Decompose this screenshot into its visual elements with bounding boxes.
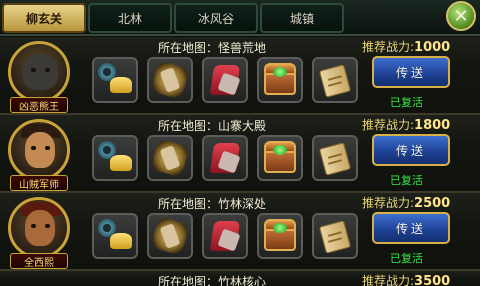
power-label: 推荐战力: — [362, 40, 415, 54]
teleport-button[interactable]: 传送 — [372, 56, 450, 88]
jade-gold-ingot-icon — [96, 139, 134, 177]
power-label: 推荐战力: — [362, 196, 415, 210]
reward-slot[interactable] — [147, 135, 193, 181]
reward-slot[interactable] — [202, 213, 248, 259]
map-location: 所在地图：竹林深处 — [158, 197, 267, 211]
reward-slot[interactable] — [257, 213, 303, 259]
close-x-icon[interactable]: ✕ — [446, 1, 476, 31]
reward-slot[interactable] — [202, 57, 248, 103]
boss-row: 山贼军师 所在地图：山寨大殿 推荐战力:1800 传送 已复活 — [0, 115, 480, 193]
revived-status: 已复活 — [390, 96, 423, 109]
scroll-icon — [316, 217, 354, 255]
power-label: 推荐战力: — [362, 118, 415, 132]
gear-pile-icon — [150, 138, 190, 178]
treasure-chest-icon — [261, 217, 299, 255]
scroll-icon — [316, 61, 354, 99]
boss-row: 所在地图：竹林核心 推荐战力:3500 — [0, 271, 480, 286]
tab-region-1[interactable]: 北林 — [88, 3, 172, 33]
reward-slot[interactable] — [312, 135, 358, 181]
recommended-power: 推荐战力:2500 — [362, 194, 450, 211]
reward-slot[interactable] — [257, 135, 303, 181]
reward-slot[interactable] — [312, 213, 358, 259]
boss-list: 凶恶熊王 所在地图：怪兽荒地 推荐战力:1000 传送 已复活 山贼军师 所在地… — [0, 37, 480, 286]
red-robe-icon — [206, 61, 244, 99]
boss-name: 凶恶熊王 — [10, 97, 68, 113]
boss-name: 山贼军师 — [10, 175, 68, 191]
power-label: 推荐战力: — [362, 274, 415, 286]
boss-row: 凶恶熊王 所在地图：怪兽荒地 推荐战力:1000 传送 已复活 — [0, 37, 480, 115]
tab-region-0[interactable]: 柳玄关 — [2, 3, 86, 33]
red-robe-icon — [206, 217, 244, 255]
warrior-portrait — [8, 197, 70, 259]
red-robe-icon — [206, 139, 244, 177]
scroll-icon — [316, 139, 354, 177]
region-tab-bar: 柳玄关 北林 冰风谷 城镇 ✕ — [0, 0, 480, 36]
boss-row: 全西熙 所在地图：竹林深处 推荐战力:2500 传送 已复活 — [0, 193, 480, 271]
reward-slot[interactable] — [92, 135, 138, 181]
reward-slot[interactable] — [202, 135, 248, 181]
recommended-power: 推荐战力:1000 — [362, 38, 450, 55]
reward-slot[interactable] — [257, 57, 303, 103]
recommended-power: 推荐战力:3500 — [362, 272, 450, 286]
bear-boss-portrait — [8, 41, 70, 103]
reward-slot[interactable] — [147, 213, 193, 259]
power-value: 3500 — [414, 274, 451, 286]
revived-status: 已复活 — [390, 252, 423, 265]
gear-pile-icon — [150, 60, 190, 100]
teleport-button[interactable]: 传送 — [372, 212, 450, 244]
tab-region-3[interactable]: 城镇 — [260, 3, 344, 33]
jade-gold-ingot-icon — [96, 217, 134, 255]
jade-gold-ingot-icon — [96, 61, 134, 99]
treasure-chest-icon — [261, 139, 299, 177]
map-location: 所在地图：山寨大殿 — [158, 119, 267, 133]
bandit-strategist-portrait — [8, 119, 70, 181]
teleport-button[interactable]: 传送 — [372, 134, 450, 166]
reward-slot[interactable] — [92, 213, 138, 259]
power-value: 1800 — [414, 118, 451, 133]
tab-region-2[interactable]: 冰风谷 — [174, 3, 258, 33]
revived-status: 已复活 — [390, 174, 423, 187]
power-value: 2500 — [414, 196, 451, 211]
gear-pile-icon — [150, 216, 190, 256]
treasure-chest-icon — [261, 61, 299, 99]
reward-slot[interactable] — [92, 57, 138, 103]
recommended-power: 推荐战力:1800 — [362, 116, 450, 133]
reward-slot[interactable] — [147, 57, 193, 103]
map-location: 所在地图：竹林核心 — [158, 275, 267, 286]
power-value: 1000 — [414, 40, 451, 55]
map-location: 所在地图：怪兽荒地 — [158, 41, 267, 55]
boss-name: 全西熙 — [10, 253, 68, 269]
reward-slot[interactable] — [312, 57, 358, 103]
